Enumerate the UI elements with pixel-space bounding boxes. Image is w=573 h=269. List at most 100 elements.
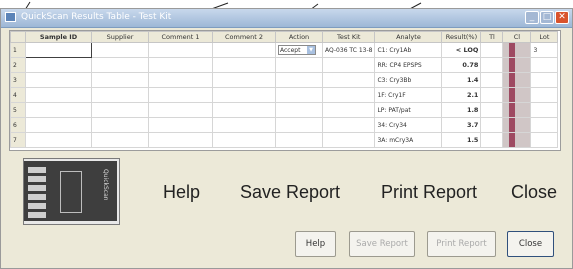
comment1-cell[interactable] bbox=[148, 42, 213, 58]
test-kit-cell bbox=[321, 102, 376, 118]
analyte-cell: 34: Cry34 bbox=[374, 117, 443, 133]
strip-label bbox=[28, 185, 46, 191]
result-cell: 0.78 bbox=[441, 57, 482, 73]
table-row[interactable]: 3 C3: Cry3Bb 1.4 bbox=[10, 72, 559, 88]
tl-cell bbox=[480, 42, 504, 58]
comment1-cell[interactable] bbox=[148, 57, 213, 73]
comment2-cell[interactable] bbox=[212, 102, 276, 118]
comment2-cell[interactable] bbox=[212, 117, 276, 133]
result-cell: 3.7 bbox=[441, 117, 482, 133]
action-cell[interactable] bbox=[275, 132, 323, 148]
callout-close: Close bbox=[511, 182, 558, 202]
table-row[interactable]: 2 RR: CP4 EPSPS 0.78 bbox=[10, 57, 559, 73]
strip-image bbox=[502, 132, 532, 148]
action-cell[interactable] bbox=[275, 72, 323, 88]
callout-print-report: Print Report bbox=[381, 182, 478, 202]
header-comment-1[interactable]: Comment 1 bbox=[148, 31, 213, 43]
sample-id-cell[interactable] bbox=[25, 72, 92, 88]
table-row[interactable]: 7 3A: mCry3A 1.5 bbox=[10, 132, 559, 148]
header-rownum bbox=[10, 31, 26, 43]
sample-id-cell[interactable] bbox=[25, 87, 92, 103]
strip-image bbox=[502, 57, 532, 73]
result-cell: 1.8 bbox=[441, 102, 482, 118]
minimize-icon[interactable]: _ bbox=[525, 11, 539, 24]
supplier-cell[interactable] bbox=[91, 117, 149, 133]
lot-cell: 3 bbox=[530, 42, 559, 58]
row-number: 5 bbox=[10, 102, 26, 118]
sample-id-cell[interactable] bbox=[25, 42, 92, 58]
test-line-band bbox=[509, 103, 516, 117]
header-cl[interactable]: Cl bbox=[502, 31, 532, 43]
strip-label bbox=[28, 167, 46, 173]
header-analyte[interactable]: Analyte bbox=[374, 31, 443, 43]
comment2-cell[interactable] bbox=[212, 132, 276, 148]
comment1-cell[interactable] bbox=[148, 117, 213, 133]
action-cell[interactable] bbox=[275, 87, 323, 103]
lot-cell bbox=[530, 102, 559, 118]
comment2-cell[interactable] bbox=[212, 42, 276, 58]
comment2-cell[interactable] bbox=[212, 87, 276, 103]
action-dropdown[interactable]: Accept ▼ bbox=[278, 45, 316, 55]
test-line-band bbox=[509, 43, 516, 57]
test-strip-thumbnail: QuickScan bbox=[23, 158, 120, 225]
table-row[interactable]: 6 34: Cry34 3.7 bbox=[10, 117, 559, 133]
action-cell[interactable] bbox=[275, 117, 323, 133]
result-cell: 1.5 bbox=[441, 132, 482, 148]
sample-id-cell[interactable] bbox=[25, 132, 92, 148]
action-cell[interactable]: Accept ▼ bbox=[275, 42, 323, 58]
callout-save-report: Save Report bbox=[240, 182, 341, 202]
table-row[interactable]: 4 1F: Cry1F 2.1 bbox=[10, 87, 559, 103]
tl-cell bbox=[480, 132, 504, 148]
strip-label bbox=[28, 194, 46, 200]
maximize-icon[interactable]: □ bbox=[540, 11, 554, 24]
comment1-cell[interactable] bbox=[148, 72, 213, 88]
supplier-cell[interactable] bbox=[91, 57, 149, 73]
table-row[interactable]: 1 Accept ▼ AQ-036 TC 13-8 C1: Cry1Ab < LO… bbox=[10, 42, 559, 58]
comment1-cell[interactable] bbox=[148, 132, 213, 148]
supplier-cell[interactable] bbox=[91, 87, 149, 103]
chevron-down-icon[interactable]: ▼ bbox=[307, 46, 315, 54]
comment2-cell[interactable] bbox=[212, 72, 276, 88]
header-result[interactable]: Result(%) bbox=[441, 31, 482, 43]
analyte-cell: 3A: mCry3A bbox=[374, 132, 443, 148]
barcode-area bbox=[60, 171, 82, 213]
supplier-cell[interactable] bbox=[91, 132, 149, 148]
action-value: Accept bbox=[280, 47, 301, 54]
table-row[interactable]: 5 LP: PAT/pat 1.8 bbox=[10, 102, 559, 118]
supplier-cell[interactable] bbox=[91, 72, 149, 88]
close-button[interactable]: Close bbox=[507, 231, 554, 257]
help-button[interactable]: Help bbox=[295, 231, 336, 257]
tl-cell bbox=[480, 57, 504, 73]
header-sample-id[interactable]: Sample ID bbox=[25, 31, 92, 43]
action-cell[interactable] bbox=[275, 102, 323, 118]
analyte-cell: LP: PAT/pat bbox=[374, 102, 443, 118]
supplier-cell[interactable] bbox=[91, 102, 149, 118]
test-kit-cell bbox=[321, 132, 376, 148]
test-kit-cell: AQ-036 TC 13-8 bbox=[321, 42, 376, 58]
test-kit-cell bbox=[321, 72, 376, 88]
header-supplier[interactable]: Supplier bbox=[91, 31, 149, 43]
save-report-button[interactable]: Save Report bbox=[349, 231, 415, 257]
strip-image bbox=[502, 87, 532, 103]
header-action[interactable]: Action bbox=[275, 31, 323, 43]
header-lot[interactable]: Lot bbox=[530, 31, 559, 43]
header-test-kit[interactable]: Test Kit bbox=[321, 31, 376, 43]
sample-id-cell[interactable] bbox=[25, 57, 92, 73]
header-comment-2[interactable]: Comment 2 bbox=[212, 31, 276, 43]
comment1-cell[interactable] bbox=[148, 87, 213, 103]
result-cell: 1.4 bbox=[441, 72, 482, 88]
action-cell[interactable] bbox=[275, 57, 323, 73]
strip-image bbox=[502, 102, 532, 118]
window-title: QuickScan Results Table - Test Kit bbox=[21, 12, 172, 22]
comment2-cell[interactable] bbox=[212, 57, 276, 73]
results-grid[interactable]: Sample ID Supplier Comment 1 Comment 2 A… bbox=[9, 30, 561, 151]
sample-id-cell[interactable] bbox=[25, 102, 92, 118]
supplier-cell[interactable] bbox=[91, 42, 149, 58]
sample-id-cell[interactable] bbox=[25, 117, 92, 133]
header-row: Sample ID Supplier Comment 1 Comment 2 A… bbox=[10, 31, 559, 43]
header-tl[interactable]: Tl bbox=[480, 31, 504, 43]
comment1-cell[interactable] bbox=[148, 102, 213, 118]
row-number: 7 bbox=[10, 132, 26, 148]
print-report-button[interactable]: Print Report bbox=[427, 231, 496, 257]
close-icon[interactable]: ✕ bbox=[555, 11, 569, 24]
